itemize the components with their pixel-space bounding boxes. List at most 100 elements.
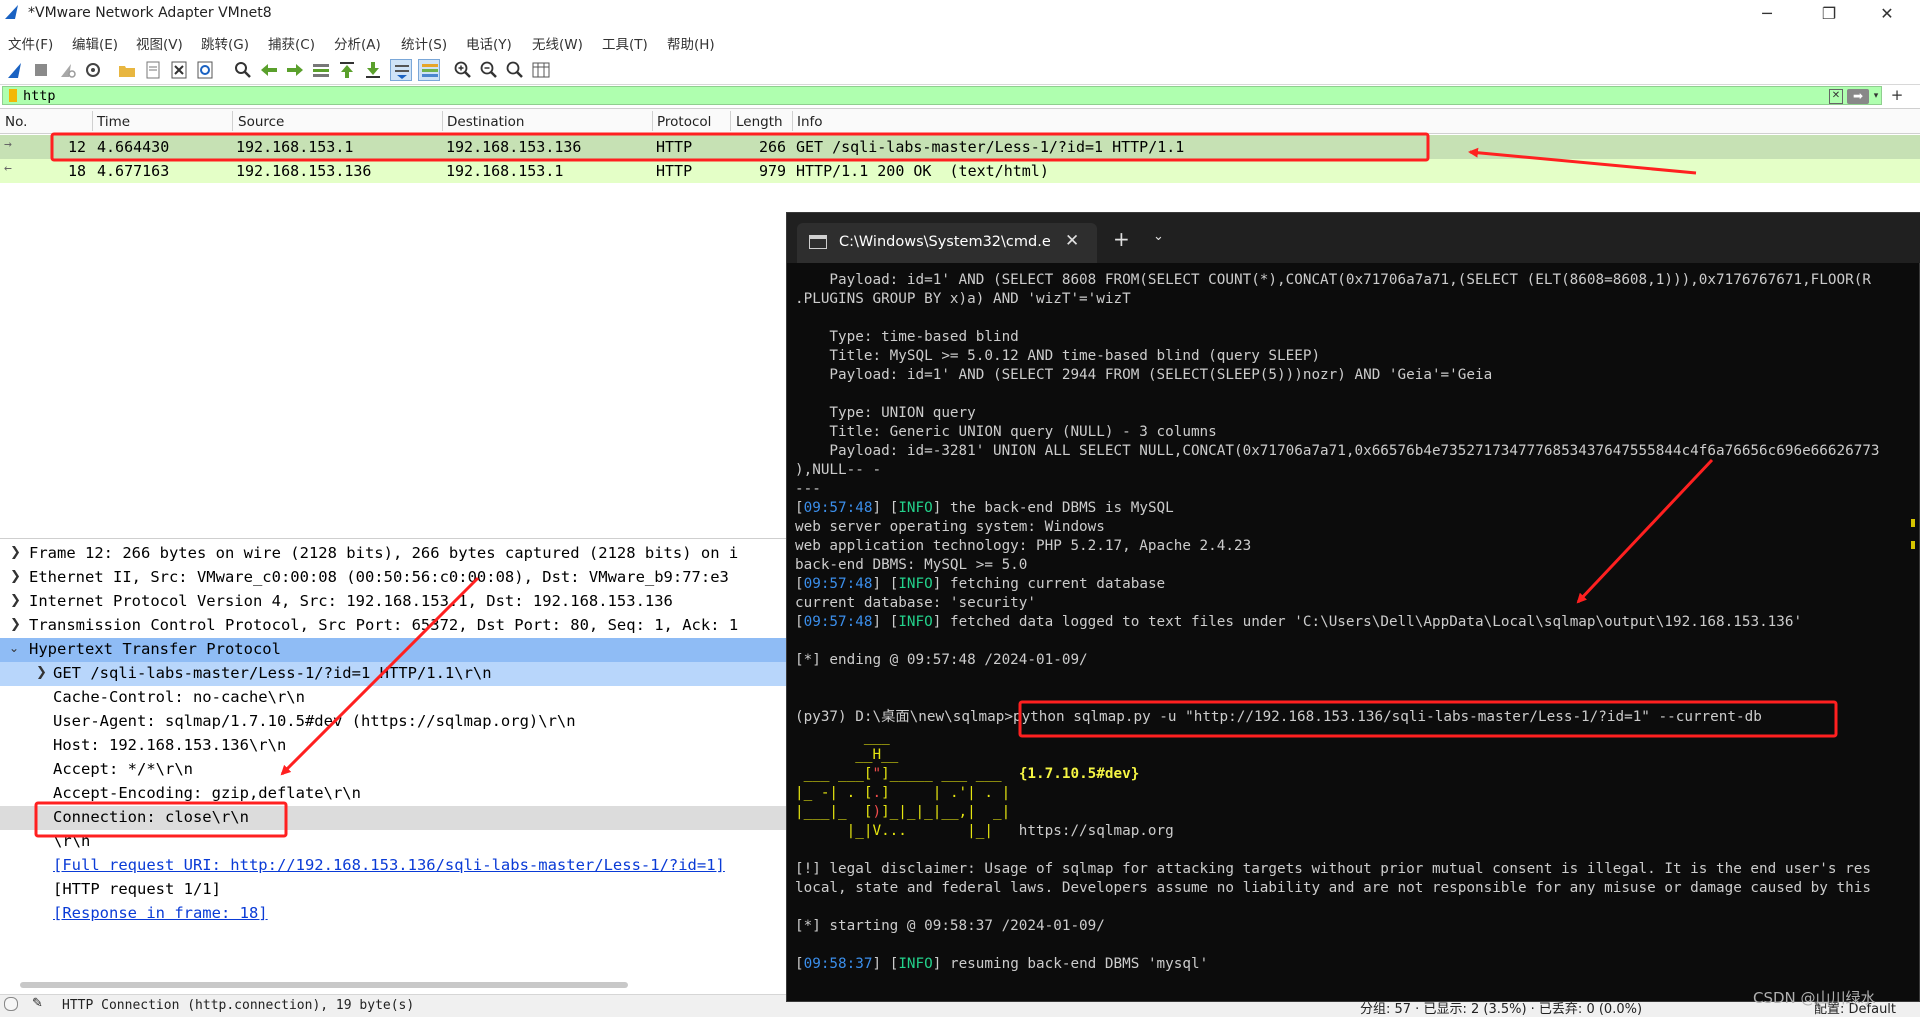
restart-capture-icon[interactable] bbox=[56, 59, 78, 81]
terminal-line: --- bbox=[795, 481, 821, 497]
zoom-in-icon[interactable] bbox=[452, 59, 474, 81]
sqlmap-banner-line: ___ bbox=[795, 729, 890, 745]
reload-file-icon[interactable] bbox=[194, 59, 216, 81]
terminal-line: Type: UNION query bbox=[795, 405, 976, 421]
menu-capture[interactable]: 捕获(C) bbox=[268, 30, 315, 53]
tab-dropdown-chevron-icon[interactable]: ⌄ bbox=[1153, 229, 1164, 244]
terminal-tab-title: C:\Windows\System32\cmd.e bbox=[839, 234, 1051, 250]
go-to-packet-icon[interactable] bbox=[310, 59, 332, 81]
start-capture-icon[interactable] bbox=[4, 59, 26, 81]
terminal-line: web application technology: PHP 5.2.17, … bbox=[795, 538, 1252, 554]
terminal-line: web server operating system: Windows bbox=[795, 519, 1105, 535]
menu-telephony[interactable]: 电话(Y) bbox=[466, 30, 512, 53]
terminal-line: Title: Generic UNION query (NULL) - 3 co… bbox=[795, 424, 1217, 440]
horizontal-scrollbar[interactable] bbox=[20, 982, 628, 988]
menu-go[interactable]: 跳转(G) bbox=[201, 30, 249, 53]
collapse-chevron-icon[interactable]: ⌄ bbox=[9, 641, 19, 655]
column-no[interactable]: No. bbox=[5, 114, 27, 130]
terminal-line: Type: time-based blind bbox=[795, 329, 1019, 345]
open-file-icon[interactable] bbox=[116, 59, 138, 81]
terminal-line: .PLUGINS GROUP BY x)a) AND 'wizT'='wizT bbox=[795, 291, 1131, 307]
clear-filter-icon[interactable]: ✕ bbox=[1829, 89, 1843, 104]
save-file-icon[interactable] bbox=[142, 59, 164, 81]
apply-filter-icon[interactable]: ➡ bbox=[1847, 89, 1869, 104]
resize-columns-icon[interactable] bbox=[530, 59, 552, 81]
response-frame-link[interactable]: [Response in frame: 18] bbox=[53, 904, 268, 922]
full-uri-link[interactable]: [Full request URI: http://192.168.153.13… bbox=[53, 856, 725, 874]
menu-statistics[interactable]: 统计(S) bbox=[401, 30, 447, 53]
menu-bar: 文件(F) 编辑(E) 视图(V) 跳转(G) 捕获(C) 分析(A) 统计(S… bbox=[0, 30, 1920, 54]
sqlmap-banner-line: |_|V... |_| https://sqlmap.org bbox=[795, 823, 1174, 839]
filter-history-chevron-icon[interactable]: ▾ bbox=[1871, 89, 1881, 104]
go-back-icon[interactable] bbox=[258, 59, 280, 81]
tab-close-icon[interactable]: ✕ bbox=[1065, 231, 1079, 251]
terminal-line: [*] starting @ 09:58:37 /2024-01-09/ bbox=[795, 918, 1105, 934]
menu-file[interactable]: 文件(F) bbox=[8, 30, 53, 53]
terminal-line: Title: MySQL >= 5.0.12 AND time-based bl… bbox=[795, 348, 1321, 364]
terminal-line: back-end DBMS: MySQL >= 5.0 bbox=[795, 557, 1028, 573]
terminal-line: ),NULL-- - bbox=[795, 462, 882, 478]
sqlmap-banner-line: ___ ___["]_____ ___ ___ {1.7.10.5#dev} bbox=[795, 766, 1140, 782]
stop-capture-icon[interactable] bbox=[30, 59, 52, 81]
expert-info-icon[interactable] bbox=[4, 997, 18, 1011]
capture-options-icon[interactable] bbox=[82, 59, 104, 81]
title-bar: *VMware Network Adapter VMnet8 ─ ❐ ✕ bbox=[0, 0, 1920, 28]
packet-row[interactable]: ← 18 4.677163 192.168.153.136 192.168.15… bbox=[0, 159, 1920, 183]
go-first-packet-icon[interactable] bbox=[336, 59, 358, 81]
add-filter-button[interactable]: + bbox=[1890, 88, 1904, 103]
terminal-line: [*] ending @ 09:57:48 /2024-01-09/ bbox=[795, 652, 1088, 668]
display-filter-input[interactable]: http ✕ ➡ ▾ bbox=[2, 86, 1882, 105]
go-forward-icon[interactable] bbox=[284, 59, 306, 81]
go-last-packet-icon[interactable] bbox=[362, 59, 384, 81]
find-packet-icon[interactable] bbox=[232, 59, 254, 81]
menu-edit[interactable]: 编辑(E) bbox=[72, 30, 118, 53]
colorize-icon[interactable] bbox=[418, 59, 440, 81]
terminal-log-line: [09:57:48] [INFO] fetched data logged to… bbox=[795, 614, 1803, 630]
menu-help[interactable]: 帮助(H) bbox=[667, 30, 715, 53]
column-destination[interactable]: Destination bbox=[447, 114, 524, 130]
sqlmap-banner-line: |___|_ [)]_|_|_|__,| _| bbox=[795, 804, 1011, 820]
terminal-scroll-markers bbox=[1911, 519, 1915, 569]
restore-button[interactable]: ❐ bbox=[1806, 2, 1852, 26]
terminal-line: current database: 'security' bbox=[795, 595, 1037, 611]
menu-tools[interactable]: 工具(T) bbox=[602, 30, 648, 53]
minimize-button[interactable]: ─ bbox=[1744, 2, 1790, 26]
close-button[interactable]: ✕ bbox=[1864, 2, 1910, 26]
expand-chevron-icon[interactable]: ❯ bbox=[36, 665, 47, 680]
expand-chevron-icon[interactable]: ❯ bbox=[10, 617, 21, 632]
terminal-line: Payload: id=-3281' UNION ALL SELECT NULL… bbox=[795, 443, 1880, 459]
terminal-output[interactable]: Payload: id=1' AND (SELECT 8608 FROM(SEL… bbox=[795, 271, 1920, 997]
column-length[interactable]: Length bbox=[736, 114, 783, 130]
zoom-out-icon[interactable] bbox=[478, 59, 500, 81]
auto-scroll-icon[interactable] bbox=[390, 59, 412, 81]
terminal-line: local, state and federal laws. Developer… bbox=[795, 880, 1871, 896]
column-time[interactable]: Time bbox=[97, 114, 130, 130]
expand-chevron-icon[interactable]: ❯ bbox=[10, 569, 21, 584]
zoom-normal-icon[interactable] bbox=[504, 59, 526, 81]
terminal-tab[interactable]: C:\Windows\System32\cmd.e ✕ bbox=[797, 223, 1097, 263]
new-tab-button[interactable]: + bbox=[1113, 227, 1130, 251]
window-title: *VMware Network Adapter VMnet8 bbox=[28, 5, 272, 21]
response-link-icon: ← bbox=[4, 161, 12, 176]
sqlmap-banner-line: __H__ bbox=[795, 747, 899, 763]
terminal-command-line: (py37) D:\桌面\new\sqlmap>python sqlmap.py… bbox=[795, 709, 1762, 725]
watermark-text: CSDN @山川绿水 bbox=[1753, 989, 1876, 1007]
edit-comment-icon[interactable]: ✎ bbox=[32, 996, 43, 1011]
filter-bookmark-icon[interactable] bbox=[9, 89, 17, 102]
menu-view[interactable]: 视图(V) bbox=[136, 30, 183, 53]
column-source[interactable]: Source bbox=[238, 114, 284, 130]
terminal-tab-bar: C:\Windows\System32\cmd.e ✕ + ⌄ bbox=[787, 213, 1920, 263]
expand-chevron-icon[interactable]: ❯ bbox=[10, 545, 21, 560]
close-file-icon[interactable] bbox=[168, 59, 190, 81]
display-filter-text: http bbox=[23, 88, 56, 104]
wireshark-fin-icon bbox=[5, 5, 18, 19]
expand-chevron-icon[interactable]: ❯ bbox=[10, 593, 21, 608]
column-protocol[interactable]: Protocol bbox=[657, 114, 711, 130]
terminal-line: Payload: id=1' AND (SELECT 2944 FROM (SE… bbox=[795, 367, 1493, 383]
column-info[interactable]: Info bbox=[797, 114, 823, 130]
menu-wireless[interactable]: 无线(W) bbox=[532, 30, 583, 53]
packet-row-selected[interactable]: → 12 4.664430 192.168.153.1 192.168.153.… bbox=[0, 135, 1920, 159]
packet-list-header: No. Time Source Destination Protocol Len… bbox=[0, 109, 1920, 134]
cmd-icon bbox=[809, 235, 827, 249]
menu-analyze[interactable]: 分析(A) bbox=[334, 30, 381, 53]
